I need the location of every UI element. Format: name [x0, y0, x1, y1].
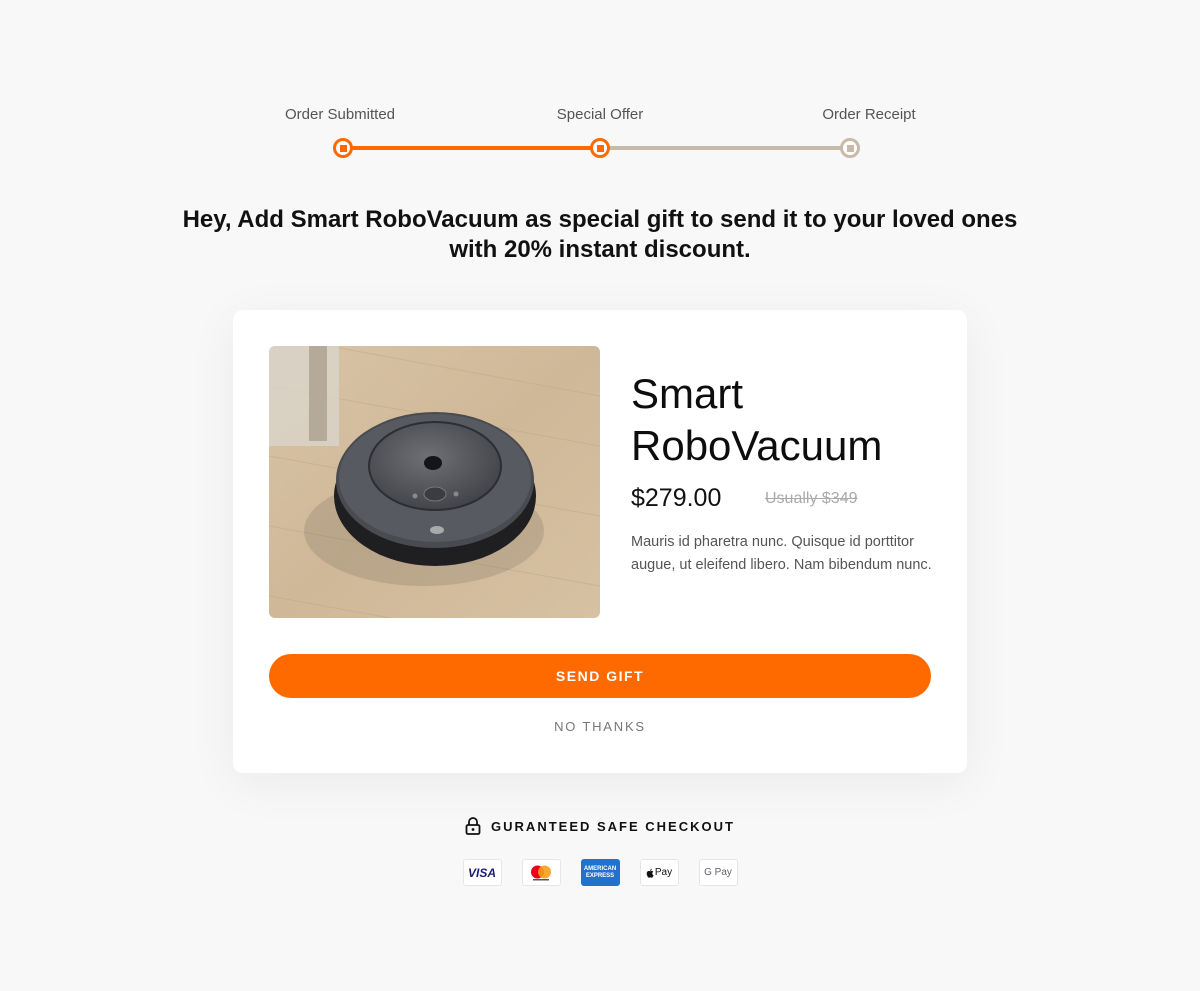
progress-line-complete [343, 146, 600, 150]
step-dot-special-offer [590, 138, 610, 158]
product-image [269, 346, 600, 618]
step-label-order-submitted: Order Submitted [284, 106, 396, 123]
upsell-page: Order Submitted Special Offer Order Rece… [0, 0, 1200, 991]
offer-headline: Hey, Add Smart RoboVacuum as special gif… [182, 206, 1018, 263]
send-gift-button[interactable]: SEND GIFT [269, 654, 931, 698]
product-old-price: Usually $349 [765, 490, 858, 507]
robot-vacuum-photo [269, 346, 600, 618]
step-label-order-receipt: Order Receipt [822, 106, 916, 123]
product-title: Smart RoboVacuum [631, 370, 883, 469]
visa-icon: VISA [462, 859, 502, 886]
product-description: Mauris id pharetra nunc. Quisque id port… [631, 534, 932, 573]
progress-stepper: Order Submitted Special Offer Order Rece… [0, 0, 1200, 170]
no-thanks-link[interactable]: NO THANKS [233, 719, 967, 734]
safe-checkout: GURANTEED SAFE CHECKOUT [0, 817, 1200, 835]
apple-pay-label: Pay [654, 867, 673, 878]
step-dot-order-receipt [840, 138, 860, 158]
lock-icon [465, 817, 481, 835]
progress-line-pending [600, 146, 850, 150]
apple-pay-icon: Pay [639, 859, 679, 886]
step-dot-order-submitted [333, 138, 353, 158]
step-label-special-offer: Special Offer [556, 106, 644, 123]
payment-methods: VISA AMERICAN EXPRESS Pay G Pay [0, 859, 1200, 886]
amex-icon: AMERICAN EXPRESS [580, 859, 620, 886]
google-pay-icon: G Pay [698, 859, 738, 886]
offer-card: Smart RoboVacuum $279.00 Usually $349 Ma… [233, 310, 967, 773]
product-price: $279.00 [631, 484, 722, 512]
mastercard-icon [521, 859, 561, 886]
safe-checkout-label: GURANTEED SAFE CHECKOUT [491, 818, 735, 834]
